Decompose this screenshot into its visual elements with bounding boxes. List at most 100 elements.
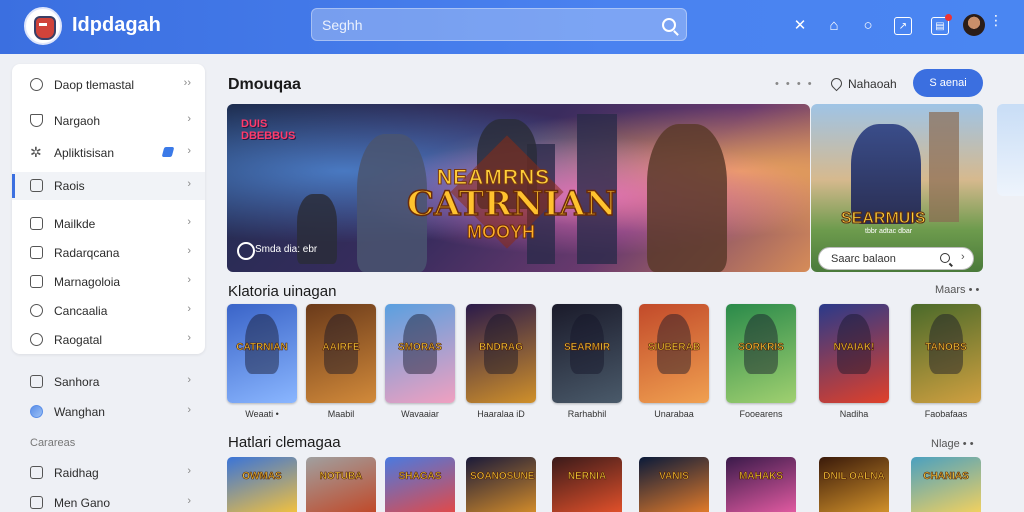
game-card-label[interactable]: Faobafaas [911, 409, 981, 419]
hero-badge: DUIS DBEBBUS [241, 118, 296, 142]
search-input[interactable] [322, 15, 642, 35]
card-title: AAIRFE [322, 341, 360, 353]
chevron-icon: › [187, 465, 191, 477]
game-card[interactable]: VANIS [639, 457, 709, 512]
game-card[interactable]: TANOBS [911, 304, 981, 403]
game-card-label[interactable]: Haaralaa iD [466, 409, 536, 419]
game-card[interactable]: SIUBERAB [639, 304, 709, 403]
card-title: TANOBS [925, 341, 967, 353]
sidebar-item-8[interactable]: Cancaalia › [12, 297, 205, 325]
game-card[interactable]: NERNIA [552, 457, 622, 512]
game-card[interactable]: AAIRFE [306, 304, 376, 403]
game-card-label[interactable]: Unarabaa [639, 409, 709, 419]
banner-search-box[interactable]: Saarc balaon › [818, 247, 974, 270]
card-title: SHAGAS [398, 471, 442, 483]
calendar-icon [30, 375, 43, 388]
game-card[interactable]: NVAIAK! [819, 304, 889, 403]
circle-icon [30, 304, 43, 317]
card-title: DNIL OALNA [823, 471, 885, 483]
circle-icon [30, 333, 43, 346]
row1-title: Klatoria uinagan [228, 283, 337, 300]
game-card[interactable]: OWMAS [227, 457, 297, 512]
sidebar-item-12[interactable]: Raidhag › [12, 459, 205, 487]
game-card[interactable]: MAHAKS [726, 457, 796, 512]
search-bar[interactable] [311, 8, 687, 41]
tools-icon[interactable]: ✕ [791, 17, 809, 35]
home-icon[interactable]: ⌂ [825, 17, 843, 35]
app-title: Idpdagah [72, 14, 161, 36]
card-title: BNDRAG [479, 341, 523, 353]
chevron-icon: › [187, 145, 191, 157]
list-icon [30, 275, 43, 288]
knight-character [851, 124, 921, 224]
card-title: SOANOSUNE [470, 471, 535, 483]
game-card[interactable]: DNIL OALNA [819, 457, 889, 512]
game-card-label[interactable]: Nadiha [819, 409, 889, 419]
banner-title: SEARMUIS [840, 210, 926, 228]
user-avatar[interactable] [963, 14, 985, 36]
game-card[interactable]: BNDRAG [466, 304, 536, 403]
game-card[interactable]: SMORAS [385, 304, 455, 403]
sidebar-item-5[interactable]: Mailkde › [12, 210, 205, 238]
sidebar-item-13[interactable]: Men Gano › [12, 489, 205, 512]
list-icon [30, 246, 43, 259]
chevron-icon: ›› [183, 77, 191, 89]
game-card[interactable]: NOTUBA [306, 457, 376, 512]
chevron-icon: › [187, 404, 191, 416]
sidebar-item-6[interactable]: Radarqcana › [12, 239, 205, 267]
game-card-label[interactable]: Weaati • [227, 409, 297, 419]
sidebar-item-4-active[interactable]: Raois › [12, 172, 205, 200]
chevron-icon: › [187, 245, 191, 257]
list-icon [30, 466, 43, 479]
card-title: NERNIA [567, 471, 607, 483]
grid-icon [30, 179, 43, 192]
game-card[interactable]: SOANOSUNE [466, 457, 536, 512]
star-icon: ✲ [30, 144, 42, 160]
top-header: Idpdagah ✕ ⌂ ○ ↗ ▤ ⋮ [0, 0, 1024, 54]
chevron-right-icon[interactable]: › [961, 251, 965, 263]
sidebar-panel: Daop tlemastal ›› Nargaoh › ✲ Apliktisis… [12, 64, 205, 354]
app-logo[interactable] [24, 7, 62, 45]
wishlist-button[interactable]: Nahaoah [828, 72, 903, 96]
chevron-icon: › [187, 303, 191, 315]
next-banner-peek[interactable] [997, 104, 1024, 196]
search-icon[interactable] [662, 18, 676, 32]
card-title: NOTUBA [319, 471, 363, 483]
sidebar-item-10[interactable]: Sanhora › [12, 368, 205, 396]
chat-icon[interactable]: ○ [859, 17, 877, 35]
sidebar-item-7[interactable]: Marnagoloia › [12, 268, 205, 296]
game-card[interactable]: CHANIAS [911, 457, 981, 512]
game-card-label[interactable]: Wavaaiar [385, 409, 455, 419]
sidebar-item-1[interactable]: Daop tlemastal ›› [12, 71, 205, 99]
featured-more-dots[interactable]: • • • • [775, 78, 814, 90]
sidebar-item-3[interactable]: ✲ Apliktisisan › [12, 139, 205, 167]
card-title: OWMAS [242, 471, 282, 483]
game-card-label[interactable]: Rarhabhil [552, 409, 622, 419]
sidebar-section-label: Carareas [30, 437, 76, 449]
notifications-icon[interactable]: ▤ [931, 14, 952, 35]
sidebar-item-9[interactable]: Raogatal › [12, 326, 205, 354]
row2-more-link[interactable]: Nlage • • [931, 438, 974, 450]
game-card[interactable]: SHAGAS [385, 457, 455, 512]
game-card-label[interactable]: Fooearens [726, 409, 796, 419]
hero-banner[interactable]: DUIS DBEBBUS NEAMRNS CATRNIAN MOOYH Smda… [227, 104, 810, 272]
featured-title: Dmouqaa [228, 76, 301, 93]
more-menu-icon[interactable]: ⋮ [989, 13, 1003, 35]
search-icon[interactable] [940, 253, 950, 263]
sidebar-item-2[interactable]: Nargaoh › [12, 107, 205, 135]
lock-icon [30, 217, 43, 230]
sidebar-item-11[interactable]: Wanghan › [12, 398, 205, 426]
row2-title: Hatlari clemagaa [228, 434, 341, 451]
game-card[interactable]: SEARMIR [552, 304, 622, 403]
inbox-icon[interactable]: ↗ [894, 17, 912, 35]
game-card[interactable]: SORKRIS [726, 304, 796, 403]
chevron-icon: › [187, 495, 191, 507]
card-title: CHANIAS [923, 471, 969, 483]
row1-more-link[interactable]: Maars • • [935, 284, 979, 296]
primary-action-button[interactable]: S aenai [913, 69, 983, 97]
user-icon [30, 78, 43, 91]
chevron-icon: › [187, 113, 191, 125]
game-card[interactable]: CATRNIAN [227, 304, 297, 403]
game-card-label[interactable]: Maabil [306, 409, 376, 419]
card-title: SEARMIR [563, 341, 611, 353]
